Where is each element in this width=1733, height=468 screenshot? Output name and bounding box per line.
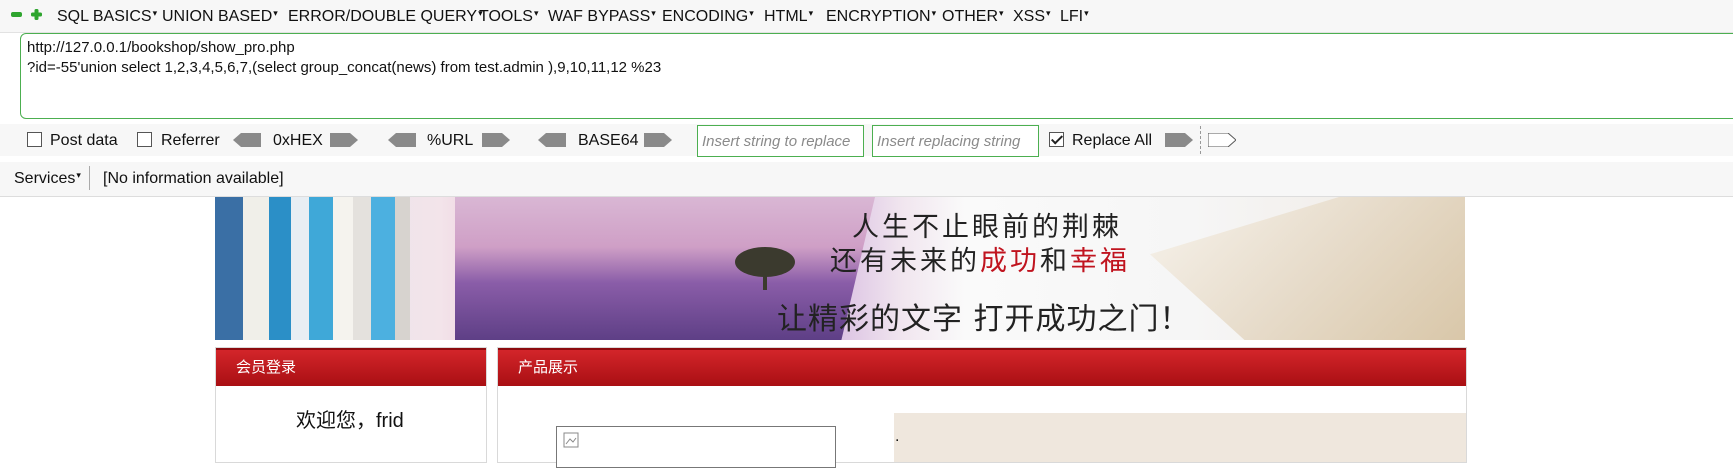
magazine-illustration (1150, 197, 1465, 340)
post-data-checkbox[interactable] (27, 132, 42, 147)
url-encode-arrow-icon[interactable] (482, 133, 510, 147)
menu-encryption[interactable]: ENCRYPTION▾ (826, 8, 936, 26)
page-content: 人生不止眼前的荆棘 还有未来的成功和幸福 让精彩的文字 打开成功之门！ 会员登录… (0, 197, 1733, 468)
products-panel-title: 产品展示 (498, 348, 1466, 386)
toolbar-divider (1200, 126, 1201, 154)
menu-error-double-query[interactable]: ERROR/DOUBLE QUERY▾ (288, 8, 483, 26)
url-line-1: http://127.0.0.1/bookshop/show_pro.php (27, 39, 295, 56)
referrer-label: Referrer (161, 132, 220, 149)
books-illustration (215, 197, 410, 340)
minus-icon[interactable] (11, 9, 22, 20)
url-line-2: ?id=-55'union select 1,2,3,4,5,6,7,(sele… (27, 59, 662, 76)
slogan-line-3: 让精彩的文字 打开成功之门！ (777, 302, 1191, 337)
replace-all-label: Replace All (1072, 132, 1153, 149)
slogan-line-2: 还有未来的成功和幸福 (830, 246, 1130, 277)
hex-encode-arrow-icon[interactable] (330, 133, 358, 147)
hackbar-menubar: SQL BASICS▾ UNION BASED▾ ERROR/DOUBLE QU… (0, 0, 1733, 33)
menu-lfi[interactable]: LFI▾ (1060, 8, 1089, 26)
status-bar: Services▾ [No information available] (0, 162, 1733, 197)
next-arrow-icon[interactable] (1208, 133, 1236, 147)
replacing-string-input[interactable]: Insert replacing string (872, 125, 1039, 157)
banner-image: 人生不止眼前的荆棘 还有未来的成功和幸福 让精彩的文字 打开成功之门！ (215, 197, 1465, 340)
base64-encode-arrow-icon[interactable] (644, 133, 672, 147)
status-divider (89, 166, 90, 190)
welcome-text: 欢迎您，frid (296, 410, 404, 432)
url-encode-label: %URL (427, 132, 474, 149)
post-data-label: Post data (50, 132, 118, 149)
product-text: . (895, 428, 900, 445)
hex-decode-arrow-icon[interactable] (233, 133, 261, 147)
hex-label: 0xHEX (273, 132, 323, 149)
base64-label: BASE64 (578, 132, 639, 149)
menu-xss[interactable]: XSS▾ (1013, 8, 1051, 26)
menu-tools[interactable]: TOOLS▾ (479, 8, 538, 26)
url-decode-arrow-icon[interactable] (388, 133, 416, 147)
url-textarea[interactable]: http://127.0.0.1/bookshop/show_pro.php ?… (20, 33, 1733, 119)
menu-html[interactable]: HTML▾ (764, 8, 813, 26)
replace-all-checkbox[interactable] (1049, 132, 1064, 147)
product-image (556, 426, 836, 468)
referrer-checkbox[interactable] (137, 132, 152, 147)
menu-other[interactable]: OTHER▾ (942, 8, 1004, 26)
menu-waf-bypass[interactable]: WAF BYPASS▾ (548, 8, 656, 26)
menu-sql-basics[interactable]: SQL BASICS▾ (57, 8, 157, 26)
menu-union-based[interactable]: UNION BASED▾ (162, 8, 278, 26)
menu-encoding[interactable]: ENCODING▾ (662, 8, 754, 26)
product-info-area (894, 413, 1466, 462)
replace-string-input[interactable]: Insert string to replace (697, 125, 864, 157)
services-menu[interactable]: Services▾ (14, 170, 81, 188)
login-panel: 会员登录 欢迎您，frid (215, 347, 487, 463)
hackbar-toolbar: Post data Referrer 0xHEX %URL BASE64 Ins… (0, 124, 1733, 157)
status-info: [No information available] (103, 170, 284, 187)
broken-image-icon (563, 432, 579, 448)
replace-arrow-icon[interactable] (1165, 133, 1193, 147)
base64-decode-arrow-icon[interactable] (538, 133, 566, 147)
login-panel-title: 会员登录 (216, 348, 486, 386)
products-panel: 产品展示 . (497, 347, 1467, 468)
plus-icon[interactable] (31, 9, 42, 20)
